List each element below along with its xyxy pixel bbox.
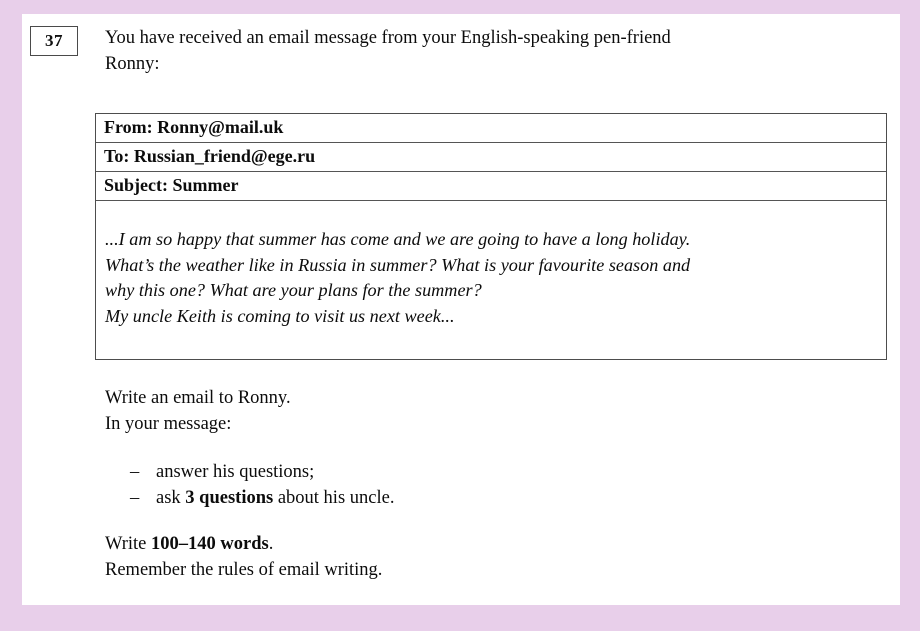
email-message-box: From: Ronny@mail.uk To: Russian_friend@e…	[95, 113, 887, 360]
email-body-line-2: What’s the weather like in Russia in sum…	[105, 254, 691, 275]
word-count-line: Write 100–140 words.	[105, 532, 895, 558]
task-intro-line-2: Ronny:	[105, 54, 160, 74]
email-body-line-4: My uncle Keith is coming to visit us nex…	[105, 305, 455, 326]
bullet-text-2-bold: 3 questions	[185, 488, 274, 508]
email-body-line-3: why this one? What are your plans for th…	[105, 280, 482, 300]
instruction-line-2: In your message:	[105, 413, 232, 434]
bullet-text-1: answer his questions;	[156, 462, 315, 482]
list-item: – answer his questions;	[130, 459, 895, 485]
instruction-line-1: Write an email to Ronny.	[105, 388, 291, 408]
task-intro-line-1: You have received an email message from …	[105, 28, 671, 48]
exam-page: 37 You have received an email message fr…	[22, 14, 900, 605]
word-count-suffix: .	[268, 534, 274, 554]
task-number: 37	[45, 31, 63, 50]
instructions-block: Write an email to Ronny. In your message…	[105, 386, 895, 583]
word-count-value: 100–140 words	[151, 534, 269, 554]
email-body: ...I am so happy that summer has come an…	[96, 201, 886, 359]
list-item: – ask 3 questions about his uncle.	[130, 485, 895, 511]
dash-icon: –	[130, 462, 140, 482]
email-to-row: To: Russian_friend@ege.ru	[96, 143, 886, 172]
task-number-box: 37	[30, 26, 78, 56]
task-intro-text: You have received an email message from …	[105, 25, 900, 77]
bullet-text-2-after: about his uncle.	[273, 488, 395, 508]
word-count-prefix: Write	[105, 534, 151, 554]
bullet-text-2-before: ask	[156, 488, 186, 508]
email-subject-row: Subject: Summer	[96, 172, 886, 201]
email-body-line-1: ...I am so happy that summer has come an…	[105, 229, 691, 249]
final-instruction-line: Remember the rules of email writing.	[105, 559, 383, 580]
dash-icon: –	[130, 488, 140, 508]
instruction-bullet-list: – answer his questions; – ask 3 question…	[105, 459, 895, 511]
email-from-row: From: Ronny@mail.uk	[96, 114, 886, 143]
